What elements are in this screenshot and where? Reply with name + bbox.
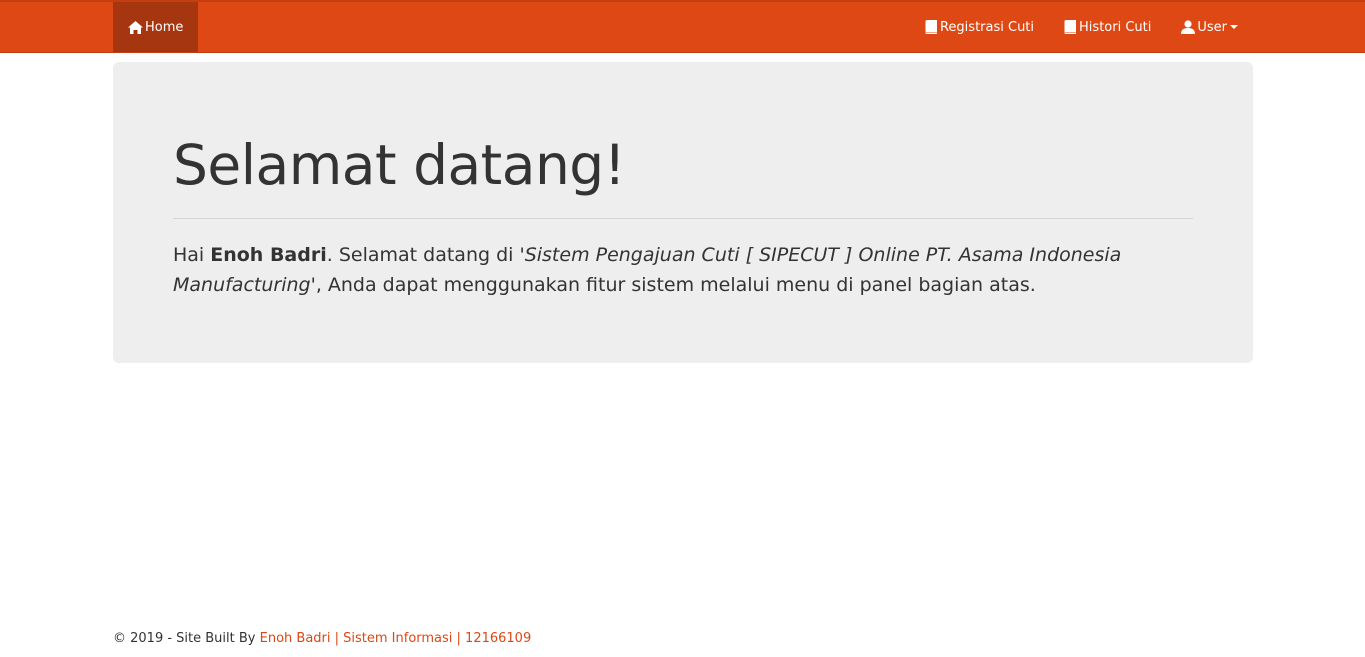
nav-histori-cuti[interactable]: Histori Cuti [1049,2,1166,52]
book-icon [1064,20,1077,34]
welcome-panel: Selamat datang! Hai Enoh Badri. Selamat … [113,62,1253,363]
welcome-text: . Selamat datang di [326,244,520,266]
footer: © 2019 - Site Built By Enoh Badri | Sist… [113,630,531,648]
footer-credit-link[interactable]: Enoh Badri | Sistem Informasi | 12166109 [260,631,532,646]
nav-registrasi-cuti[interactable]: Registrasi Cuti [910,2,1049,52]
instruction-text: , Anda dapat menggunakan fitur sistem me… [315,274,1036,296]
nav-registrasi-label: Registrasi Cuti [939,19,1035,35]
nav-home[interactable]: Home [113,2,199,52]
page-title: Selamat datang! [173,133,626,197]
navbar: Home Registrasi Cuti Histori Cuti User [0,0,1365,53]
book-icon [925,20,938,34]
caret-down-icon [1230,25,1238,29]
greeting-prefix: Hai [173,244,211,266]
user-icon [1181,20,1196,34]
nav-right: Registrasi Cuti Histori Cuti User [910,2,1253,52]
footer-copyright: © 2019 - Site Built By [113,631,260,646]
welcome-message: Hai Enoh Badri. Selamat datang di 'Siste… [173,240,1173,300]
nav-user-dropdown[interactable]: User [1166,2,1253,52]
nav-histori-label: Histori Cuti [1079,19,1152,35]
home-icon [128,20,143,34]
user-name: Enoh Badri [210,244,327,266]
nav-left: Home [113,2,199,52]
divider [173,218,1193,219]
nav-home-label: Home [145,19,184,35]
nav-user-label: User [1197,19,1227,35]
